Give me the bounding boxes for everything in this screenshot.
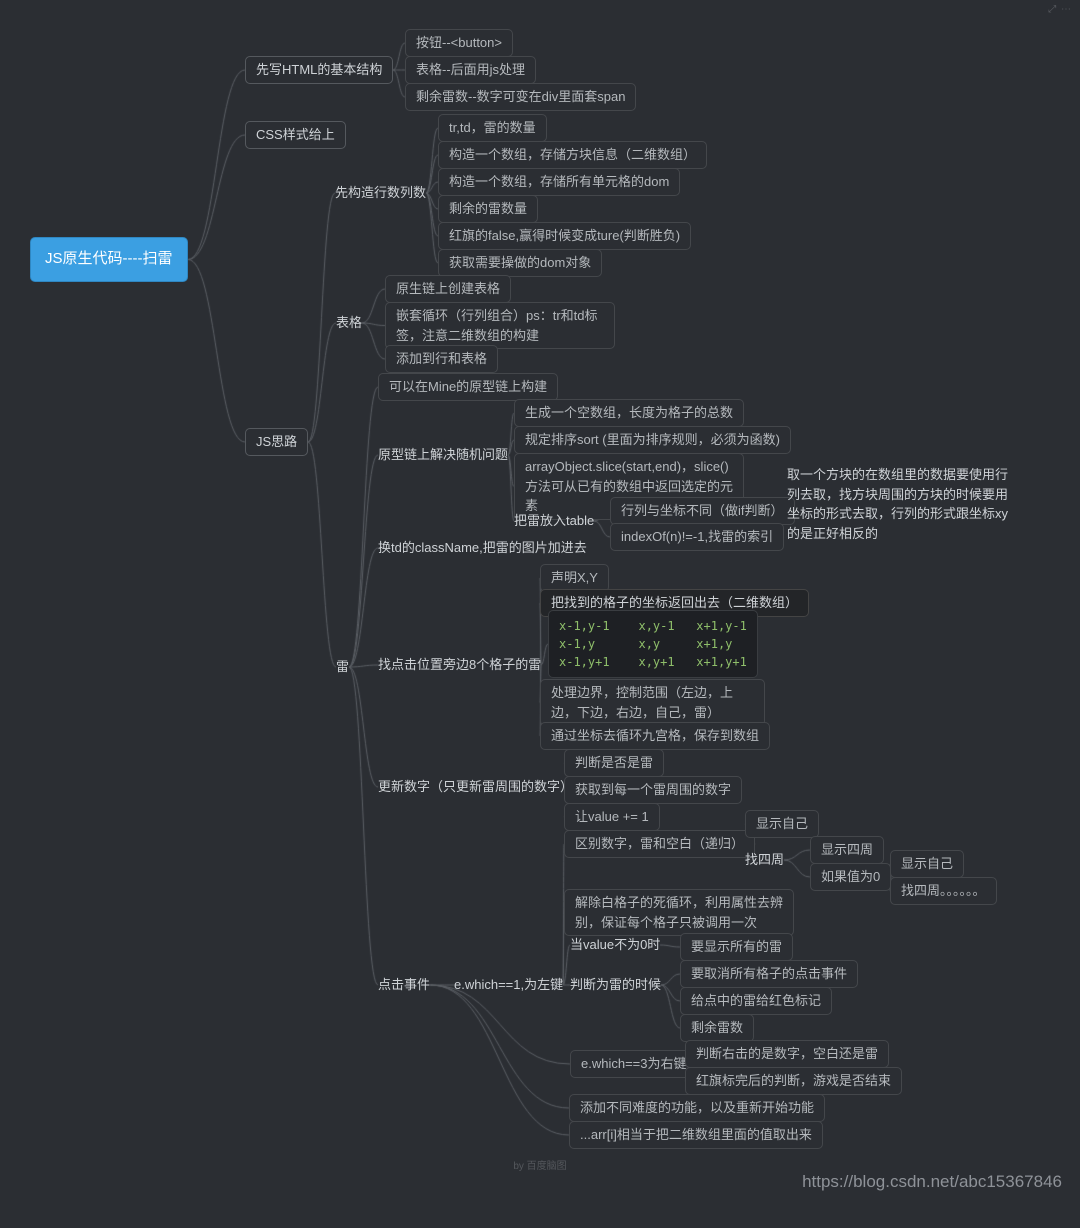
corner-controls[interactable]: ⤢ ⋯	[1048, 4, 1072, 15]
mindmap-node[interactable]: x-1,y-1 x,y-1 x+1,y-1 x-1,y x,y x+1,y x-…	[548, 610, 758, 678]
mindmap-node[interactable]: 雷	[336, 657, 349, 677]
mindmap-node[interactable]: 更新数字（只更新雷周围的数字）	[378, 777, 573, 797]
mindmap-node[interactable]: 嵌套循环（行列组合）ps：tr和td标签，注意二维数组的构建	[385, 302, 615, 349]
mindmap-node[interactable]: tr,td，雷的数量	[438, 114, 547, 142]
mindmap-node[interactable]: 剩余的雷数量	[438, 195, 538, 223]
mindmap-node[interactable]: 构造一个数组，存储所有单元格的dom	[438, 168, 680, 196]
footer-credit: by 百度脑图	[0, 1157, 1080, 1172]
mindmap-node[interactable]: 表格--后面用js处理	[405, 56, 536, 84]
mindmap-node[interactable]: 找点击位置旁边8个格子的雷	[378, 655, 541, 675]
mindmap-node[interactable]: 先写HTML的基本结构	[245, 56, 393, 84]
mindmap-node[interactable]: ...arr[i]相当于把二维数组里面的值取出来	[569, 1121, 823, 1149]
mindmap-node[interactable]: 原生链上创建表格	[385, 275, 511, 303]
mindmap-node[interactable]: 构造一个数组，存储方块信息（二维数组）	[438, 141, 707, 169]
mindmap-node[interactable]: 给点中的雷给红色标记	[680, 987, 832, 1015]
watermark-url: https://blog.csdn.net/abc15367846	[802, 1172, 1062, 1192]
mindmap-node[interactable]: 显示自己	[745, 810, 819, 838]
mindmap-node[interactable]: 当value不为0时	[570, 935, 660, 955]
mindmap-node[interactable]: indexOf(n)!=-1,找雷的索引	[610, 523, 784, 551]
mindmap-node[interactable]: 取一个方块的在数组里的数据要使用行列去取，找方块周围的方块的时候要用坐标的形式去…	[787, 465, 1012, 543]
mindmap-node[interactable]: 先构造行数列数	[335, 183, 426, 203]
mindmap-node[interactable]: 红旗标完后的判断，游戏是否结束	[685, 1067, 902, 1095]
mindmap-node[interactable]: 声明X,Y	[540, 564, 609, 592]
mindmap-node[interactable]: e.which==3为右键	[570, 1050, 698, 1078]
mindmap-node[interactable]: JS思路	[245, 428, 308, 456]
mindmap-node[interactable]: 表格	[336, 313, 362, 333]
mindmap-node[interactable]: 把雷放入table	[514, 511, 594, 531]
mindmap-node[interactable]: 行列与坐标不同（做if判断）	[610, 497, 795, 525]
mindmap-node[interactable]: 判断是否是雷	[564, 749, 664, 777]
mindmap-node[interactable]: 通过坐标去循环九宫格，保存到数组	[540, 722, 770, 750]
mindmap-node[interactable]: 区别数字，雷和空白（递归）	[564, 830, 755, 858]
mindmap-node[interactable]: 生成一个空数组，长度为格子的总数	[514, 399, 744, 427]
mindmap-node[interactable]: 要显示所有的雷	[680, 933, 793, 961]
mindmap-node[interactable]: 获取需要操做的dom对象	[438, 249, 602, 277]
mindmap-node[interactable]: 处理边界，控制范围（左边，上边，下边，右边，自己，雷）	[540, 679, 765, 726]
mindmap-node[interactable]: 添加不同难度的功能，以及重新开始功能	[569, 1094, 825, 1122]
mindmap-node[interactable]: JS原生代码----扫雷	[30, 237, 188, 282]
mindmap-nodes: JS原生代码----扫雷 先写HTML的基本结构按钮--<button>表格--后…	[0, 0, 1080, 1228]
mindmap-node[interactable]: 红旗的false,赢得时候变成ture(判断胜负)	[438, 222, 691, 250]
mindmap-node[interactable]: 找四周	[745, 850, 784, 870]
mindmap-node[interactable]: 按钮--<button>	[405, 29, 513, 57]
mindmap-node[interactable]: 如果值为0	[810, 863, 891, 891]
mindmap-node[interactable]: 换td的className,把雷的图片加进去	[378, 538, 587, 558]
mindmap-node[interactable]: 判断右击的是数字，空白还是雷	[685, 1040, 889, 1068]
mindmap-node[interactable]: 要取消所有格子的点击事件	[680, 960, 858, 988]
mindmap-node[interactable]: 原型链上解决随机问题	[378, 445, 508, 465]
mindmap-node[interactable]: 剩余雷数--数字可变在div里面套span	[405, 83, 636, 111]
mindmap-node[interactable]: 显示四周	[810, 836, 884, 864]
mindmap-node[interactable]: 找四周。。。。。。	[890, 877, 997, 905]
mindmap-node[interactable]: 让value += 1	[564, 803, 660, 831]
mindmap-node[interactable]: 解除白格子的死循环，利用属性去辨别，保证每个格子只被调用一次	[564, 889, 794, 936]
mindmap-node[interactable]: 显示自己	[890, 850, 964, 878]
mindmap-node[interactable]: 规定排序sort (里面为排序规则，必须为函数)	[514, 426, 791, 454]
mindmap-node[interactable]: 获取到每一个雷周围的数字	[564, 776, 742, 804]
mindmap-node[interactable]: 判断为雷的时候	[570, 975, 661, 995]
mindmap-node[interactable]: 点击事件	[378, 975, 430, 995]
mindmap-node[interactable]: 添加到行和表格	[385, 345, 498, 373]
mindmap-node[interactable]: 剩余雷数	[680, 1014, 754, 1042]
mindmap-node[interactable]: CSS样式给上	[245, 121, 346, 149]
mindmap-node[interactable]: e.which==1,为左键	[454, 975, 563, 995]
mindmap-node[interactable]: 可以在Mine的原型链上构建	[378, 373, 558, 401]
